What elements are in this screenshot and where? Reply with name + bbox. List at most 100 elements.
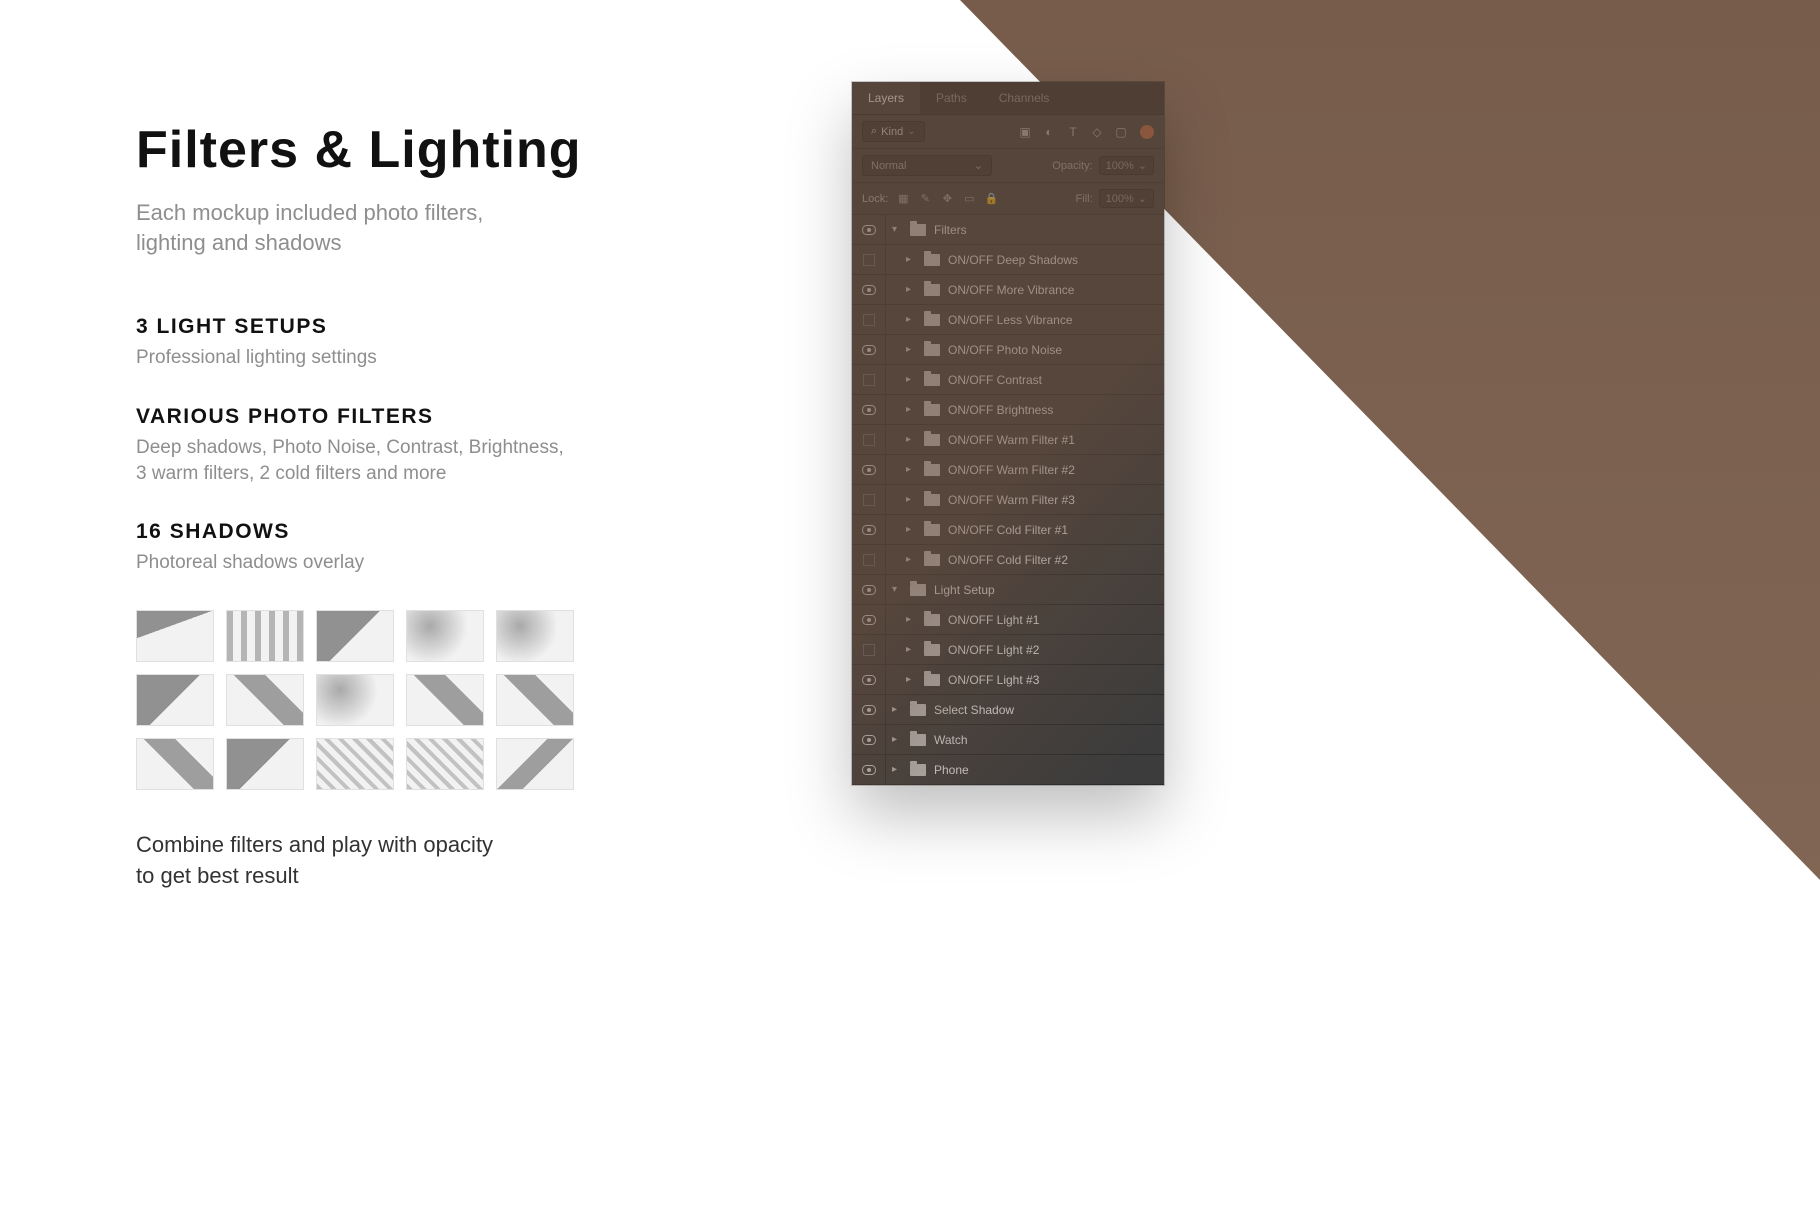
layer-row[interactable]: ON/OFF Light #1: [852, 605, 1164, 635]
tab-paths[interactable]: Paths: [920, 82, 983, 114]
panel-tabs: Layers Paths Channels: [852, 82, 1164, 115]
chevron-right-icon[interactable]: [906, 554, 916, 565]
chevron-right-icon[interactable]: [906, 404, 916, 415]
chevron-right-icon[interactable]: [892, 764, 902, 775]
fill-control: Fill: 100% ⌄: [1076, 189, 1154, 208]
eye-icon: [862, 465, 876, 475]
visibility-toggle[interactable]: [852, 335, 886, 364]
layer-body: ON/OFF Cold Filter #2: [886, 553, 1164, 567]
opacity-value: 100%: [1106, 160, 1134, 172]
chevron-right-icon[interactable]: [906, 344, 916, 355]
layer-row[interactable]: ON/OFF Brightness: [852, 395, 1164, 425]
smart-object-icon[interactable]: ▢: [1114, 125, 1128, 139]
adjustment-layer-icon[interactable]: ◐: [1042, 125, 1056, 139]
chevron-right-icon[interactable]: [906, 494, 916, 505]
layer-row[interactable]: ON/OFF Cold Filter #1: [852, 515, 1164, 545]
folder-icon: [924, 614, 940, 626]
section-desc: Photoreal shadows overlay: [136, 550, 836, 576]
layer-name: ON/OFF Deep Shadows: [948, 253, 1078, 267]
lock-transparency-icon[interactable]: ▦: [896, 192, 910, 206]
layer-row[interactable]: ON/OFF Light #3: [852, 665, 1164, 695]
chevron-right-icon[interactable]: [906, 464, 916, 475]
layer-row[interactable]: ON/OFF Cold Filter #2: [852, 545, 1164, 575]
chevron-down-icon[interactable]: [892, 224, 902, 235]
layer-row[interactable]: Select Shadow: [852, 695, 1164, 725]
chevron-right-icon[interactable]: [892, 704, 902, 715]
blend-mode-select[interactable]: Normal ⌄: [862, 155, 992, 176]
layer-row[interactable]: Phone: [852, 755, 1164, 785]
visibility-toggle[interactable]: [852, 545, 886, 574]
chevron-right-icon[interactable]: [906, 254, 916, 265]
folder-icon: [924, 344, 940, 356]
visibility-toggle[interactable]: [852, 635, 886, 664]
layer-row[interactable]: Filters: [852, 215, 1164, 245]
filter-toggle-icon[interactable]: [1140, 125, 1154, 139]
lock-position-icon[interactable]: ✥: [940, 192, 954, 206]
layer-row[interactable]: ON/OFF Warm Filter #1: [852, 425, 1164, 455]
chevron-right-icon[interactable]: [906, 374, 916, 385]
visibility-toggle[interactable]: [852, 425, 886, 454]
layer-body: Watch: [886, 733, 1164, 747]
chevron-right-icon[interactable]: [906, 434, 916, 445]
shape-layer-icon[interactable]: ◇: [1090, 125, 1104, 139]
layer-row[interactable]: ON/OFF Warm Filter #3: [852, 485, 1164, 515]
lock-all-icon[interactable]: 🔒: [984, 192, 998, 206]
visibility-toggle[interactable]: [852, 395, 886, 424]
visibility-toggle[interactable]: [852, 665, 886, 694]
fill-value-box[interactable]: 100% ⌄: [1099, 189, 1154, 208]
layer-row[interactable]: ON/OFF Deep Shadows: [852, 245, 1164, 275]
eye-icon: [862, 225, 876, 235]
layer-body: ON/OFF Light #3: [886, 673, 1164, 687]
chevron-right-icon[interactable]: [906, 284, 916, 295]
visibility-toggle[interactable]: [852, 275, 886, 304]
image-layer-icon[interactable]: ▣: [1018, 125, 1032, 139]
layer-row[interactable]: ON/OFF Photo Noise: [852, 335, 1164, 365]
chevron-down-icon[interactable]: [892, 584, 902, 595]
visibility-toggle[interactable]: [852, 215, 886, 244]
layer-row[interactable]: Watch: [852, 725, 1164, 755]
layer-name: ON/OFF Warm Filter #3: [948, 493, 1075, 507]
visibility-toggle[interactable]: [852, 725, 886, 754]
kind-select[interactable]: ⌕ Kind ⌄: [862, 121, 925, 142]
layer-row[interactable]: ON/OFF Warm Filter #2: [852, 455, 1164, 485]
tab-layers[interactable]: Layers: [852, 82, 920, 114]
chevron-right-icon[interactable]: [906, 674, 916, 685]
chevron-right-icon[interactable]: [906, 614, 916, 625]
layer-body: ON/OFF Light #2: [886, 643, 1164, 657]
layer-row[interactable]: ON/OFF Light #2: [852, 635, 1164, 665]
chevron-right-icon[interactable]: [892, 734, 902, 745]
layer-row[interactable]: ON/OFF More Vibrance: [852, 275, 1164, 305]
visibility-toggle[interactable]: [852, 515, 886, 544]
lock-paint-icon[interactable]: ✎: [918, 192, 932, 206]
visibility-toggle[interactable]: [852, 245, 886, 274]
text-layer-icon[interactable]: T: [1066, 125, 1080, 139]
folder-icon: [924, 494, 940, 506]
folder-icon: [924, 284, 940, 296]
lock-row: Lock: ▦ ✎ ✥ ▭ 🔒 Fill: 100% ⌄: [852, 183, 1164, 215]
layer-row[interactable]: ON/OFF Contrast: [852, 365, 1164, 395]
visibility-toggle[interactable]: [852, 485, 886, 514]
visibility-toggle[interactable]: [852, 575, 886, 604]
eye-icon: [862, 585, 876, 595]
lock-artboard-icon[interactable]: ▭: [962, 192, 976, 206]
opacity-value-box[interactable]: 100% ⌄: [1099, 156, 1154, 175]
visibility-toggle[interactable]: [852, 695, 886, 724]
chevron-right-icon[interactable]: [906, 644, 916, 655]
layer-name: ON/OFF Cold Filter #2: [948, 553, 1068, 567]
layer-name: ON/OFF Less Vibrance: [948, 313, 1073, 327]
visibility-toggle[interactable]: [852, 365, 886, 394]
tab-channels[interactable]: Channels: [983, 82, 1066, 114]
section-desc: Deep shadows, Photo Noise, Contrast, Bri…: [136, 435, 836, 486]
shadow-thumb: [226, 674, 304, 726]
visibility-toggle[interactable]: [852, 455, 886, 484]
filter-type-icons: ▣ ◐ T ◇ ▢: [1018, 125, 1154, 139]
visibility-toggle[interactable]: [852, 605, 886, 634]
layer-name: Phone: [934, 763, 969, 777]
layer-row[interactable]: Light Setup: [852, 575, 1164, 605]
chevron-right-icon[interactable]: [906, 314, 916, 325]
visibility-toggle[interactable]: [852, 305, 886, 334]
visibility-toggle[interactable]: [852, 755, 886, 784]
lock-label: Lock:: [862, 193, 888, 205]
chevron-right-icon[interactable]: [906, 524, 916, 535]
layer-row[interactable]: ON/OFF Less Vibrance: [852, 305, 1164, 335]
